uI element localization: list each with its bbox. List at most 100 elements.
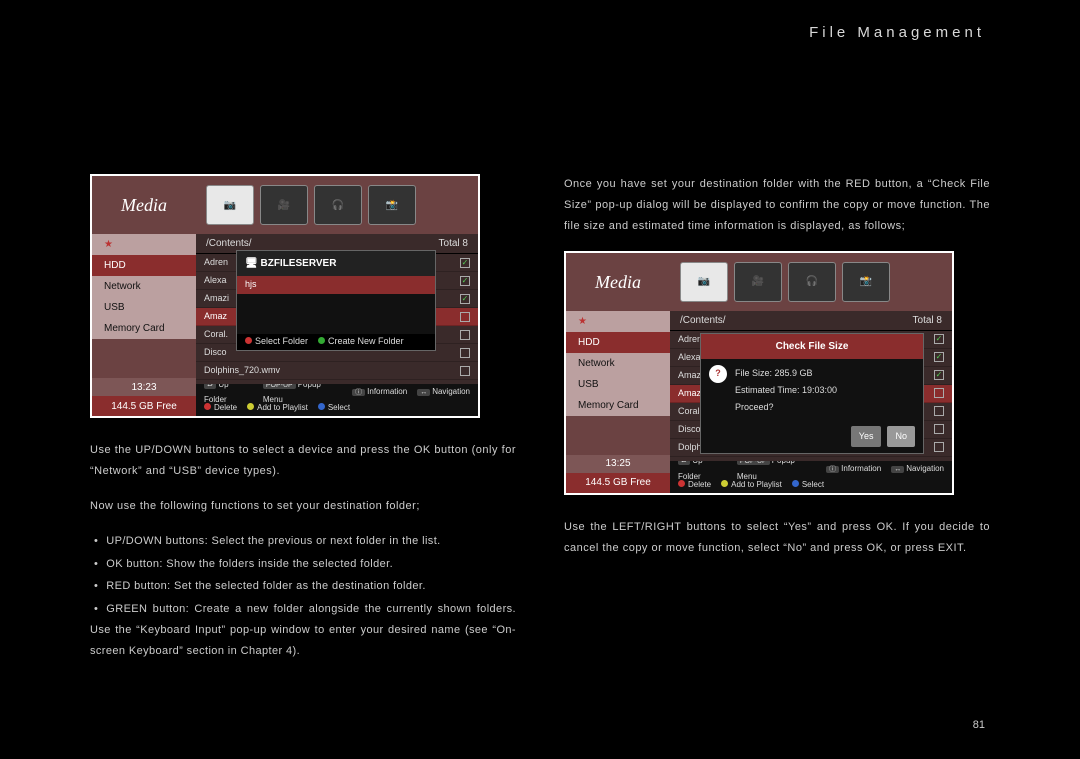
- headphones-icon[interactable]: 🎧: [788, 262, 836, 302]
- nav-hint: ↔Navigation: [417, 384, 470, 399]
- file-list: Adren Alexa Amazi Amaz Coral. Disco Dolp…: [670, 331, 952, 461]
- sidebar-network[interactable]: Network: [92, 276, 196, 297]
- list-item[interactable]: Amaz: [204, 308, 227, 325]
- free-space-label: 144.5 GB Free: [566, 473, 670, 493]
- row-checkbox[interactable]: [934, 352, 944, 362]
- media-label: Media: [566, 253, 670, 311]
- list-item[interactable]: Alexa: [204, 272, 227, 289]
- add-playlist-hint: Add to Playlist: [721, 477, 782, 492]
- page-title: File Management: [809, 24, 985, 41]
- row-checkbox[interactable]: [460, 276, 470, 286]
- header-bar: File Management: [0, 0, 1080, 64]
- free-space-label: 144.5 GB Free: [92, 396, 196, 416]
- right-column: Once you have set your destination folde…: [564, 174, 990, 759]
- file-list: Adren Alexa Amazi Amaz Coral. Disco Dolp…: [196, 254, 478, 384]
- page-number: 81: [973, 719, 985, 731]
- nav-hint: ↔Navigation: [891, 461, 944, 476]
- function-list: UP/DOWN buttons: Select the previous or …: [90, 531, 516, 662]
- device-sidebar: ★ HDD Network USB Memory Card 13:23 144.…: [92, 234, 196, 416]
- sidebar-hdd[interactable]: HDD: [92, 255, 196, 276]
- no-button[interactable]: No: [887, 426, 915, 447]
- delete-hint: Delete: [204, 400, 237, 415]
- clock-label: 13:23: [92, 378, 196, 396]
- camera-icon[interactable]: 📷: [206, 185, 254, 225]
- info-hint: ⓘInformation: [826, 461, 881, 476]
- popup-row[interactable]: hjs: [245, 276, 257, 293]
- total-label: Total 8: [439, 234, 468, 253]
- sidebar-usb[interactable]: USB: [566, 374, 670, 395]
- list-item[interactable]: Disco: [678, 421, 701, 438]
- row-checkbox[interactable]: [460, 348, 470, 358]
- list-item: RED button: Set the selected folder as t…: [90, 576, 516, 597]
- hint-bar: ⮐Up Folder POP-UPPopup Menu ⓘInformation…: [196, 384, 478, 416]
- list-item[interactable]: Disco: [204, 344, 227, 361]
- movie-icon[interactable]: 🎥: [260, 185, 308, 225]
- total-label: Total 8: [913, 311, 942, 330]
- row-checkbox[interactable]: [460, 366, 470, 376]
- media-label: Media: [92, 176, 196, 234]
- sidebar-memory-card[interactable]: Memory Card: [92, 318, 196, 339]
- list-item: OK button: Show the folders inside the s…: [90, 554, 516, 575]
- file-panel: /Contents/ Total 8 Adren Alexa Amazi Ama…: [196, 234, 478, 416]
- row-checkbox[interactable]: [934, 406, 944, 416]
- path-text: /Contents/: [680, 311, 726, 330]
- select-hint: Select: [792, 477, 824, 492]
- delete-hint: Delete: [678, 477, 711, 492]
- sidebar-star[interactable]: ★: [566, 311, 670, 332]
- category-icons: 📷 🎥 🎧 📸: [670, 253, 952, 311]
- sidebar-star[interactable]: ★: [92, 234, 196, 255]
- list-item[interactable]: Coral.: [678, 403, 702, 420]
- list-item[interactable]: Adren: [204, 254, 228, 271]
- file-size-label: File Size: 285.9 GB: [735, 365, 837, 382]
- row-checkbox[interactable]: [934, 424, 944, 434]
- add-playlist-hint: Add to Playlist: [247, 400, 308, 415]
- row-checkbox[interactable]: [934, 442, 944, 452]
- sidebar-hdd[interactable]: HDD: [566, 332, 670, 353]
- list-item[interactable]: Amaz: [678, 385, 701, 402]
- question-icon: ?: [709, 365, 727, 383]
- path-bar: /Contents/ Total 8: [670, 311, 952, 331]
- list-item[interactable]: Dolphins_720.wmv: [204, 362, 280, 379]
- right-p1: Once you have set your destination folde…: [564, 174, 990, 237]
- proceed-label: Proceed?: [735, 399, 837, 416]
- headphones-icon[interactable]: 🎧: [314, 185, 362, 225]
- page-content: Media 📷 🎥 🎧 📸 ★ HDD Network USB Memory C…: [0, 64, 1080, 759]
- sidebar-memory-card[interactable]: Memory Card: [566, 395, 670, 416]
- list-item[interactable]: Alexa: [678, 349, 701, 366]
- list-item[interactable]: Coral.: [204, 326, 228, 343]
- left-column: Media 📷 🎥 🎧 📸 ★ HDD Network USB Memory C…: [90, 174, 516, 759]
- screenshot-check-file-size: Media 📷 🎥 🎧 📸 ★ HDD Network USB Memory C…: [564, 251, 954, 495]
- row-checkbox[interactable]: [934, 370, 944, 380]
- eta-label: Estimated Time: 19:03:00: [735, 382, 837, 399]
- sidebar-usb[interactable]: USB: [92, 297, 196, 318]
- category-icons: 📷 🎥 🎧 📸: [196, 176, 478, 234]
- screenshot-select-folder: Media 📷 🎥 🎧 📸 ★ HDD Network USB Memory C…: [90, 174, 480, 418]
- row-checkbox[interactable]: [460, 258, 470, 268]
- photo-icon[interactable]: 📸: [842, 262, 890, 302]
- info-hint: ⓘInformation: [352, 384, 407, 399]
- camera-icon[interactable]: 📷: [680, 262, 728, 302]
- popup-title: Check File Size: [701, 334, 923, 359]
- list-item[interactable]: Adren: [678, 331, 702, 348]
- row-checkbox[interactable]: [460, 330, 470, 340]
- clock-label: 13:25: [566, 455, 670, 473]
- create-folder-hint: Create New Folder: [318, 333, 404, 350]
- row-checkbox[interactable]: [460, 294, 470, 304]
- movie-icon[interactable]: 🎥: [734, 262, 782, 302]
- photo-icon[interactable]: 📸: [368, 185, 416, 225]
- hint-bar: ⮐Up Folder POP-UPPopup Menu ⓘInformation…: [670, 461, 952, 493]
- popup-title: 🖥 BZFILESERVER: [237, 251, 435, 276]
- list-item: GREEN button: Create a new folder alongs…: [90, 599, 516, 662]
- left-p1: Use the UP/DOWN buttons to select a devi…: [90, 440, 516, 482]
- yes-button[interactable]: Yes: [851, 426, 882, 447]
- select-hint: Select: [318, 400, 350, 415]
- row-checkbox[interactable]: [934, 388, 944, 398]
- file-panel: /Contents/ Total 8 Adren Alexa Amazi Ama…: [670, 311, 952, 493]
- row-checkbox[interactable]: [460, 312, 470, 322]
- select-folder-hint: Select Folder: [245, 333, 308, 350]
- list-item[interactable]: Amazi: [204, 290, 229, 307]
- row-checkbox[interactable]: [934, 334, 944, 344]
- sidebar-network[interactable]: Network: [566, 353, 670, 374]
- left-p2: Now use the following functions to set y…: [90, 496, 516, 517]
- select-folder-popup: 🖥 BZFILESERVER hjs Select Folder Create …: [236, 250, 436, 351]
